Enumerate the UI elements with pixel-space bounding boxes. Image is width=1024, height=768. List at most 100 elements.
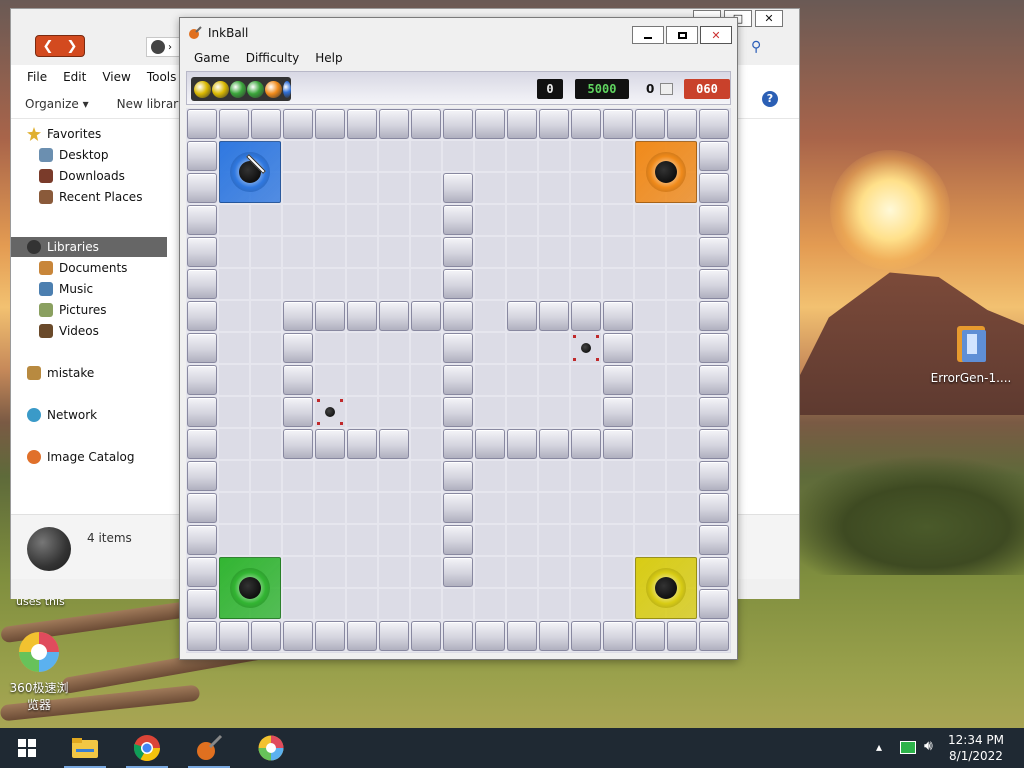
wall-block xyxy=(699,429,729,459)
desktop-icon-errorgen[interactable]: ErrorGen-1.... xyxy=(928,320,1014,385)
wall-block xyxy=(187,461,217,491)
close-button[interactable]: ✕ xyxy=(700,26,732,44)
floor-tile xyxy=(570,524,602,556)
ball-queue xyxy=(191,77,291,101)
wall-block xyxy=(347,429,377,459)
nav-mistake[interactable]: mistake xyxy=(27,363,94,383)
nav-music[interactable]: Music xyxy=(39,279,93,299)
nav-videos[interactable]: Videos xyxy=(39,321,99,341)
floor-tile xyxy=(250,204,282,236)
back-forward-buttons[interactable]: ❮ ❯ xyxy=(35,35,85,57)
organize-button[interactable]: Organize ▾ xyxy=(11,97,103,111)
spawn-corner-marker xyxy=(317,422,320,425)
spawn-dot xyxy=(325,407,335,417)
floor-tile xyxy=(602,460,634,492)
floor-tile xyxy=(666,524,698,556)
windows-logo-icon xyxy=(18,739,36,757)
folder-icon xyxy=(72,738,98,758)
floor-tile xyxy=(634,460,666,492)
clock[interactable]: 12:34 PM 8/1/2022 xyxy=(948,732,1004,764)
search-icon[interactable]: ⚲ xyxy=(751,39,761,55)
floor-tile xyxy=(602,268,634,300)
floor-tile xyxy=(282,204,314,236)
menu-difficulty[interactable]: Difficulty xyxy=(238,48,308,68)
wall-block xyxy=(283,301,313,331)
nav-desktop[interactable]: Desktop xyxy=(39,145,109,165)
floor-tile xyxy=(570,364,602,396)
show-hidden-icons-chevron-icon[interactable]: ▴ xyxy=(876,740,882,754)
desktop-icon-360browser[interactable]: 360极速浏览器 xyxy=(0,628,82,713)
wall-block xyxy=(699,525,729,555)
floor-tile xyxy=(570,556,602,588)
hole-pit xyxy=(655,577,677,599)
back-arrow-icon[interactable]: ❮ xyxy=(43,39,54,54)
help-icon[interactable]: ? xyxy=(762,91,778,107)
nav-recent-places[interactable]: Recent Places xyxy=(39,187,142,207)
floor-tile xyxy=(378,556,410,588)
desktop-icon-label: ErrorGen-1.... xyxy=(930,371,1012,385)
nav-network[interactable]: Network xyxy=(27,405,97,425)
floor-tile xyxy=(666,204,698,236)
forward-arrow-icon[interactable]: ❯ xyxy=(67,39,78,54)
menu-file[interactable]: File xyxy=(19,66,55,88)
queued-ball xyxy=(229,80,247,98)
game-statusbar: 0 5000 0 060 xyxy=(186,71,731,105)
taskbar-file-explorer[interactable] xyxy=(60,728,110,768)
minimize-button[interactable] xyxy=(632,26,664,44)
floor-tile xyxy=(602,588,634,620)
floor-tile xyxy=(474,268,506,300)
wall-block xyxy=(283,397,313,427)
floor-tile xyxy=(538,524,570,556)
wall-block xyxy=(443,237,473,267)
menu-game[interactable]: Game xyxy=(186,48,238,68)
menu-tools[interactable]: Tools xyxy=(139,66,185,88)
window-title: InkBall xyxy=(208,26,249,40)
nav-pictures[interactable]: Pictures xyxy=(39,300,107,320)
wall-block xyxy=(187,557,217,587)
nav-documents[interactable]: Documents xyxy=(39,258,127,278)
floor-tile xyxy=(602,140,634,172)
floor-tile xyxy=(602,524,634,556)
close-button[interactable]: ✕ xyxy=(755,10,783,27)
floor-tile xyxy=(602,492,634,524)
wall-block xyxy=(443,109,473,139)
floor-tile xyxy=(474,364,506,396)
floor-tile xyxy=(378,172,410,204)
wall-block xyxy=(187,237,217,267)
hole-ring xyxy=(646,152,686,192)
star-icon xyxy=(27,127,41,141)
nav-libraries[interactable]: Libraries xyxy=(11,237,167,257)
game-board[interactable] xyxy=(186,108,731,653)
start-button[interactable] xyxy=(2,728,52,768)
floor-tile xyxy=(506,460,538,492)
maximize-button[interactable] xyxy=(666,26,698,44)
floor-tile xyxy=(218,492,250,524)
volume-icon[interactable]: 🔊︎ xyxy=(924,738,933,754)
image-catalog-icon xyxy=(27,450,41,464)
taskbar-inkball[interactable] xyxy=(184,728,234,768)
nav-image-catalog[interactable]: Image Catalog xyxy=(27,447,134,467)
wall-block xyxy=(187,333,217,363)
wall-block xyxy=(507,621,537,651)
floor-tile xyxy=(378,460,410,492)
wall-block xyxy=(187,589,217,619)
nav-downloads[interactable]: Downloads xyxy=(39,166,125,186)
taskbar-360-browser[interactable] xyxy=(246,728,296,768)
nav-favorites[interactable]: Favorites xyxy=(27,124,101,144)
floor-tile xyxy=(570,492,602,524)
menu-edit[interactable]: Edit xyxy=(55,66,94,88)
battery-icon[interactable] xyxy=(900,741,916,754)
floor-tile xyxy=(538,172,570,204)
menu-view[interactable]: View xyxy=(94,66,138,88)
spawn-corner-marker xyxy=(340,422,343,425)
wall-block xyxy=(699,237,729,267)
libraries-icon xyxy=(151,40,165,54)
wall-block xyxy=(699,205,729,235)
menu-help[interactable]: Help xyxy=(307,48,350,68)
floor-tile xyxy=(666,364,698,396)
floor-tile xyxy=(346,396,378,428)
floor-tile xyxy=(378,396,410,428)
taskbar-chrome[interactable] xyxy=(122,728,172,768)
floor-tile xyxy=(250,332,282,364)
floor-tile xyxy=(634,396,666,428)
